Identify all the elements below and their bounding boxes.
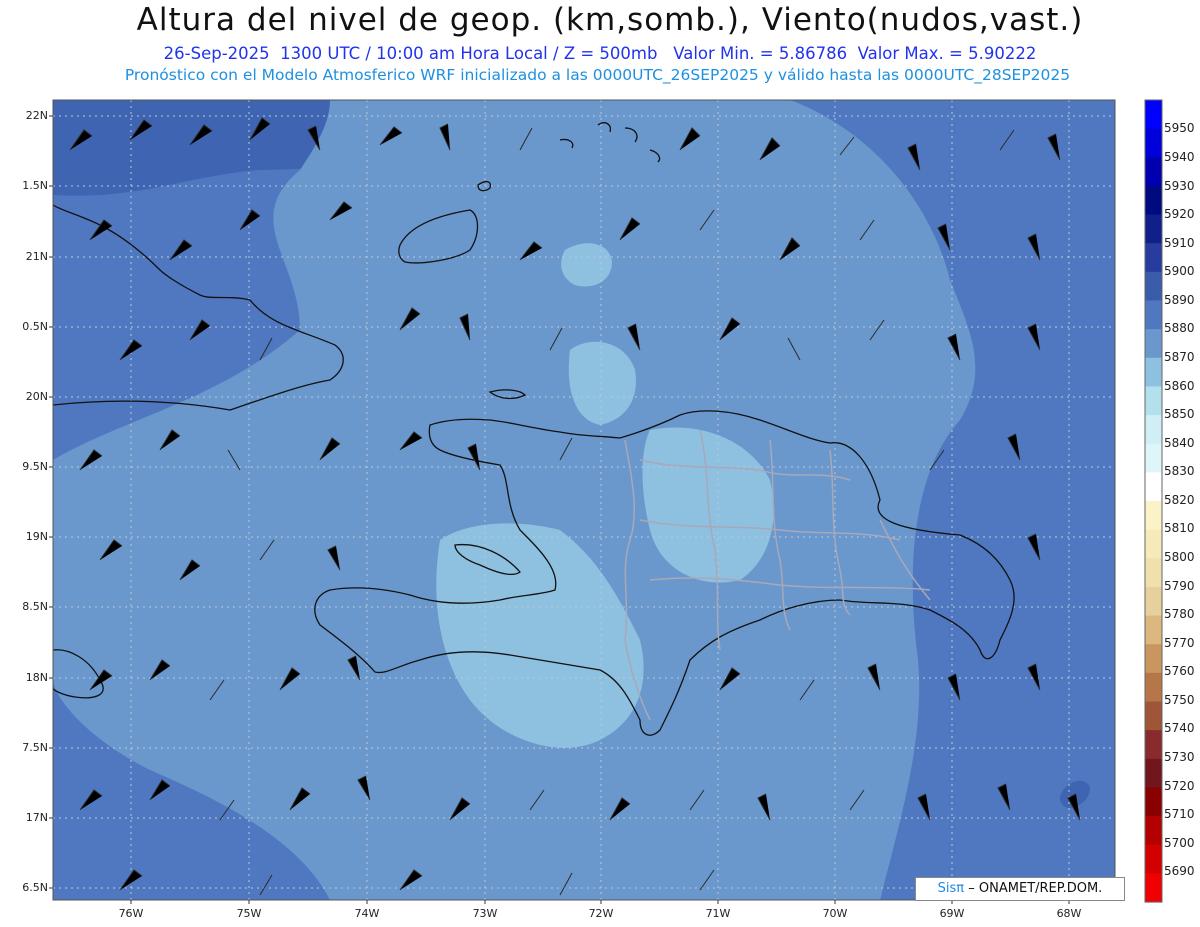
geopotential-map [49, 99, 1163, 904]
lat-label-20-5n: 0.5N [22, 320, 48, 333]
colorbar-label-5760: 5760 [1164, 664, 1195, 678]
colorbar-swatch [1145, 816, 1162, 846]
colorbar-swatch [1145, 100, 1162, 130]
lat-label-18n: 18N [25, 671, 48, 684]
sispi-logo-text: Sisπ [937, 881, 965, 896]
onamet-credit: – ONAMET/REP.DOM. [968, 881, 1103, 896]
colorbar-swatch [1145, 758, 1162, 789]
lat-label-22n: 22N [25, 109, 48, 122]
colorbar-swatch [1145, 787, 1162, 817]
colorbar-swatch [1145, 558, 1162, 588]
colorbar-swatch [1145, 329, 1162, 359]
colorbar-label-5890: 5890 [1164, 293, 1195, 307]
lat-label-19-5n: 9.5N [22, 460, 48, 473]
colorbar-label-5860: 5860 [1164, 379, 1195, 393]
colorbar-swatch [1145, 844, 1162, 874]
colorbar-swatch [1145, 615, 1162, 645]
lon-label-73w: 73W [472, 907, 498, 920]
colorbar-swatch [1145, 472, 1162, 502]
colorbar-swatch [1145, 501, 1162, 531]
colorbar-swatch [1145, 644, 1162, 674]
colorbar-swatch [1145, 185, 1162, 216]
lat-label-17n: 17N [25, 811, 48, 824]
lat-label-20n: 20N [25, 390, 48, 403]
colorbar-swatch [1145, 386, 1162, 416]
colorbar-label-5740: 5740 [1164, 721, 1195, 735]
colorbar-swatch [1145, 300, 1162, 330]
lon-label-74w: 74W [354, 907, 380, 920]
colorbar-swatch [1145, 873, 1162, 903]
colorbar-swatch [1145, 214, 1162, 244]
lat-label-21n: 21N [25, 250, 48, 263]
colorbar-label-5810: 5810 [1164, 521, 1195, 535]
lat-label-17-5n: 7.5N [22, 741, 48, 754]
colorbar-label-5870: 5870 [1164, 350, 1195, 364]
lat-label-16-5n: 6.5N [22, 881, 48, 894]
colorbar-label-5880: 5880 [1164, 321, 1195, 335]
colorbar-swatch [1145, 243, 1162, 273]
colorbar-swatch [1145, 672, 1162, 703]
colorbar-label-5900: 5900 [1164, 264, 1195, 278]
lon-label-68w: 68W [1056, 907, 1082, 920]
colorbar-swatch [1145, 443, 1162, 473]
colorbar-label-5800: 5800 [1164, 550, 1195, 564]
colorbar-swatch [1145, 157, 1162, 187]
colorbar-label-5780: 5780 [1164, 607, 1195, 621]
lon-label-72w: 72W [588, 907, 614, 920]
colorbar-swatch [1145, 271, 1162, 302]
colorbar-label-5840: 5840 [1164, 436, 1195, 450]
colorbar-label-5940: 5940 [1164, 150, 1195, 164]
colorbar-label-5790: 5790 [1164, 579, 1195, 593]
colorbar-label-5820: 5820 [1164, 493, 1195, 507]
colorbar-swatch [1145, 529, 1162, 559]
lon-label-70w: 70W [822, 907, 848, 920]
colorbar-label-5770: 5770 [1164, 636, 1195, 650]
colorbar-label-5930: 5930 [1164, 179, 1195, 193]
lon-label-76w: 76W [118, 907, 144, 920]
colorbar-label-5720: 5720 [1164, 779, 1195, 793]
colorbar-label-5710: 5710 [1164, 807, 1195, 821]
colorbar-swatch [1145, 357, 1162, 388]
colorbar-swatch [1145, 586, 1162, 617]
colorbar-label-5910: 5910 [1164, 236, 1195, 250]
lat-label-18-5n: 8.5N [22, 600, 48, 613]
colorbar-label-5850: 5850 [1164, 407, 1195, 421]
lon-label-71w: 71W [705, 907, 731, 920]
colorbar-label-5830: 5830 [1164, 464, 1195, 478]
colorbar-swatch [1145, 415, 1162, 445]
lon-label-69w: 69W [939, 907, 965, 920]
colorbar-swatches [1145, 100, 1162, 903]
lon-label-75w: 75W [236, 907, 262, 920]
colorbar-label-5730: 5730 [1164, 750, 1195, 764]
colorbar-swatch [1145, 730, 1162, 760]
colorbar-label-5920: 5920 [1164, 207, 1195, 221]
colorbar-label-5700: 5700 [1164, 836, 1195, 850]
colorbar-label-5750: 5750 [1164, 693, 1195, 707]
colorbar-label-5950: 5950 [1164, 121, 1195, 135]
lat-label-21-5n: 1.5N [22, 179, 48, 192]
colorbar-swatch [1145, 128, 1162, 158]
lat-label-19n: 19N [25, 530, 48, 543]
colorbar-swatch [1145, 701, 1162, 731]
colorbar-label-5690: 5690 [1164, 864, 1195, 878]
credit-box: Sisπ – ONAMET/REP.DOM. [915, 877, 1125, 901]
